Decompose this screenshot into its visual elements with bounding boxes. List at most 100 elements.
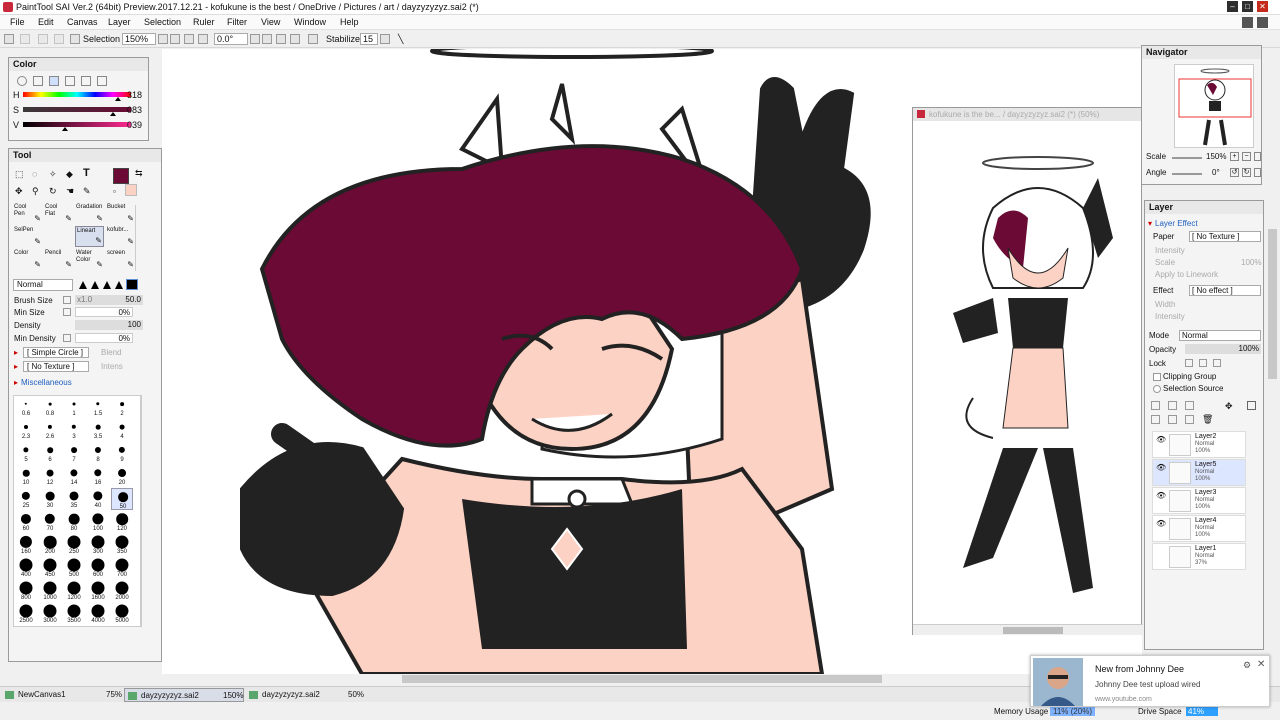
brush-size-preset[interactable]: 100: [87, 511, 109, 533]
rotate-cw-icon[interactable]: [262, 34, 272, 44]
hsv-slider-tab[interactable]: [49, 76, 59, 86]
brush-size-preset[interactable]: 3500: [63, 603, 85, 625]
right-vscrollbar[interactable]: [1267, 49, 1278, 674]
eye-icon[interactable]: 👁: [1156, 491, 1166, 500]
primary-color-swatch[interactable]: [113, 168, 129, 184]
rect-select-icon[interactable]: ⬚: [15, 169, 24, 180]
delete-layer-icon[interactable]: 🗑: [1202, 414, 1213, 425]
text-tool-icon[interactable]: T: [83, 167, 90, 179]
blend-mode-select[interactable]: Normal: [13, 279, 73, 291]
min-size-slider[interactable]: 0%: [75, 307, 133, 317]
min-density-slider[interactable]: 0%: [75, 333, 133, 343]
color-wheel-tab[interactable]: [17, 76, 27, 86]
brush-size-preset[interactable]: 700: [111, 557, 133, 579]
selection-source-checkbox[interactable]: [1153, 385, 1161, 393]
brush-size-preset[interactable]: 2500: [15, 603, 37, 625]
canvas-hscroll-thumb[interactable]: [402, 675, 882, 683]
rotation-reset-icon[interactable]: [276, 34, 286, 44]
brush-size-preset[interactable]: 600: [87, 557, 109, 579]
nav-zoom-out-icon[interactable]: −: [1242, 152, 1251, 161]
tool-slot[interactable]: Bucket ✎: [106, 203, 135, 224]
tool-slot[interactable]: Color ✎: [13, 249, 42, 270]
hand-tool-icon[interactable]: ☚: [66, 186, 74, 197]
brush-size-preset[interactable]: 1: [63, 396, 85, 418]
brush-size-preset[interactable]: 30: [39, 488, 61, 510]
selection-visibility-icon[interactable]: [70, 34, 80, 44]
brush-size-preset[interactable]: 1000: [39, 580, 61, 602]
s-value[interactable]: 083: [127, 105, 142, 115]
menu-layer[interactable]: Layer: [108, 17, 131, 27]
right-vscroll-thumb[interactable]: [1268, 229, 1277, 379]
layer-row[interactable]: 👁 Layer3 Normal 100%: [1152, 487, 1246, 514]
tab-newcanvas1[interactable]: NewCanvas1 75%: [2, 688, 122, 702]
layer-row[interactable]: 👁 Layer2 Normal 100%: [1152, 431, 1246, 458]
swatches-tab[interactable]: [65, 76, 75, 86]
tool-slot[interactable]: Lineart ✎: [75, 226, 104, 247]
lock-alpha-icon[interactable]: [1213, 359, 1221, 367]
value-slider-thumb[interactable]: [62, 127, 69, 131]
brush-size-preset[interactable]: 7: [63, 442, 85, 464]
tool-slot[interactable]: Cool Flat ✎: [44, 203, 73, 224]
layer-effect-arrow-icon[interactable]: ▾: [1148, 219, 1152, 228]
close-button[interactable]: ✕: [1257, 1, 1268, 12]
brush-size-preset[interactable]: 4: [111, 419, 133, 441]
brush-size-preset[interactable]: 70: [39, 511, 61, 533]
brush-size-preset[interactable]: 6: [39, 442, 61, 464]
brush-size-preset[interactable]: 450: [39, 557, 61, 579]
menu-selection[interactable]: Selection: [144, 17, 181, 27]
brush-size-preset[interactable]: 1600: [87, 580, 109, 602]
brush-size-preset[interactable]: 800: [15, 580, 37, 602]
clipping-group-checkbox[interactable]: [1153, 373, 1161, 381]
brush-size-multiplier[interactable]: x1.0: [77, 295, 92, 305]
brush-size-preset[interactable]: 20: [111, 465, 133, 487]
brush-size-preset[interactable]: 300: [87, 534, 109, 556]
lock-position-icon[interactable]: [1199, 359, 1207, 367]
sub-view-window[interactable]: kofukune is the be... / dayzyzyzyz.sai2 …: [912, 107, 1143, 635]
doc-close-button[interactable]: [1257, 17, 1268, 28]
notification-settings-icon[interactable]: ⚙: [1243, 660, 1251, 671]
nav-rotate-ccw-icon[interactable]: ↺: [1230, 168, 1239, 177]
brush-size-preset[interactable]: 2: [111, 396, 133, 418]
eye-icon[interactable]: 👁: [1156, 435, 1166, 444]
h-value[interactable]: 318: [127, 90, 142, 100]
brush-size-preset[interactable]: 16: [87, 465, 109, 487]
notification-toast[interactable]: New from Johnny Dee Johnny Dee test uplo…: [1030, 655, 1270, 707]
selection-source-label[interactable]: Selection Source: [1163, 384, 1223, 393]
tip-square-icon[interactable]: [126, 279, 138, 290]
tool-slot[interactable]: [44, 226, 73, 247]
new-folder-icon[interactable]: [1185, 401, 1194, 410]
apply-to-linework-label[interactable]: Apply to Linework: [1155, 270, 1218, 279]
zoom-out-icon[interactable]: [184, 34, 194, 44]
scratchpad-tab[interactable]: [81, 76, 91, 86]
sub-view-hscrollbar[interactable]: [913, 624, 1143, 635]
menu-view[interactable]: View: [261, 17, 280, 27]
miscellaneous-link[interactable]: Miscellaneous: [21, 378, 72, 387]
nav-scale-slider[interactable]: [1172, 157, 1202, 159]
menu-help[interactable]: Help: [340, 17, 359, 27]
shape-icon[interactable]: ◆: [66, 169, 73, 180]
brush-size-preset[interactable]: 9: [111, 442, 133, 464]
secondary-color-swatch[interactable]: [125, 184, 137, 196]
tab-dayzyzyzyz-2[interactable]: dayzyzyzyz.sai2 50%: [246, 688, 366, 702]
canvas-hscrollbar[interactable]: [162, 674, 1142, 684]
brush-size-preset[interactable]: 40: [87, 488, 109, 510]
expand-arrow-icon-3[interactable]: ▸: [14, 378, 18, 387]
transfer-down-icon[interactable]: [1151, 415, 1160, 424]
hue-slider-thumb[interactable]: [115, 97, 122, 101]
tool-slot[interactable]: kofubr... ✎: [106, 226, 135, 247]
min-density-icon[interactable]: [63, 334, 71, 342]
invert-selection-icon[interactable]: [54, 34, 64, 44]
new-layer-icon[interactable]: [1151, 401, 1160, 410]
menu-ruler[interactable]: Ruler: [193, 17, 215, 27]
tool-slot[interactable]: Water Color ✎: [75, 249, 104, 270]
brush-size-preset[interactable]: 3.5: [87, 419, 109, 441]
brush-size-preset[interactable]: 25: [15, 488, 37, 510]
expand-arrow-icon-2[interactable]: ▸: [14, 362, 18, 371]
nav-zoom-in-icon[interactable]: +: [1230, 152, 1239, 161]
sub-view-scroll-thumb[interactable]: [1003, 627, 1063, 634]
rgb-slider-tab[interactable]: [33, 76, 43, 86]
v-value[interactable]: 039: [127, 120, 142, 130]
nav-zoom-reset-icon[interactable]: [1254, 152, 1261, 161]
layer-move-icon[interactable]: ✥: [1225, 401, 1233, 412]
tip-medium-icon[interactable]: [91, 281, 99, 289]
